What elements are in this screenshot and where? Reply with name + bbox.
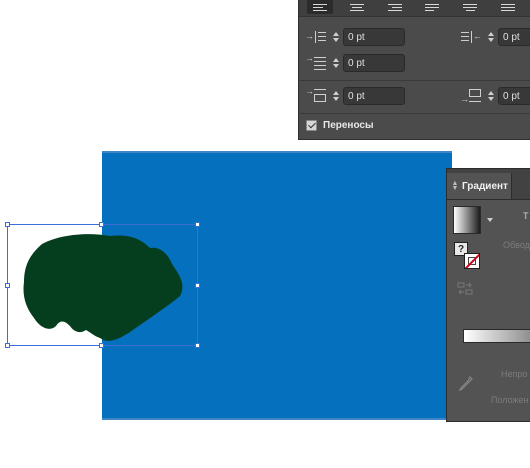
tab-gradient[interactable]: ▲ ▼ Градиент bbox=[447, 173, 512, 199]
opacity-label: Непро bbox=[501, 369, 528, 379]
resize-handle[interactable] bbox=[99, 222, 104, 227]
reverse-gradient-icon[interactable] bbox=[457, 282, 473, 296]
resize-handle[interactable] bbox=[5, 222, 10, 227]
resize-handle[interactable] bbox=[5, 283, 10, 288]
gradient-ramp[interactable] bbox=[463, 329, 530, 343]
resize-handle[interactable] bbox=[195, 343, 200, 348]
resize-handle[interactable] bbox=[195, 222, 200, 227]
resize-handle[interactable] bbox=[5, 343, 10, 348]
gradient-panel: ▲ ▼ Градиент Т Обвод ? Непро Положен bbox=[446, 168, 530, 422]
type-label: Т bbox=[523, 211, 529, 221]
resize-handle[interactable] bbox=[99, 343, 104, 348]
gradient-swatch[interactable] bbox=[453, 206, 481, 234]
location-label: Положен bbox=[491, 395, 529, 405]
selection-frame[interactable] bbox=[7, 224, 198, 346]
gradient-panel-title: Градиент bbox=[462, 180, 508, 192]
collapse-arrows-icon[interactable]: ▲ ▼ bbox=[452, 180, 459, 192]
stroke-none-icon[interactable] bbox=[464, 253, 480, 269]
resize-handle[interactable] bbox=[195, 283, 200, 288]
chevron-down-icon[interactable] bbox=[487, 218, 493, 222]
gradient-panel-header: ▲ ▼ Градиент bbox=[447, 169, 530, 200]
stroke-label: Обвод bbox=[503, 240, 530, 250]
eyedropper-icon[interactable] bbox=[459, 376, 473, 392]
